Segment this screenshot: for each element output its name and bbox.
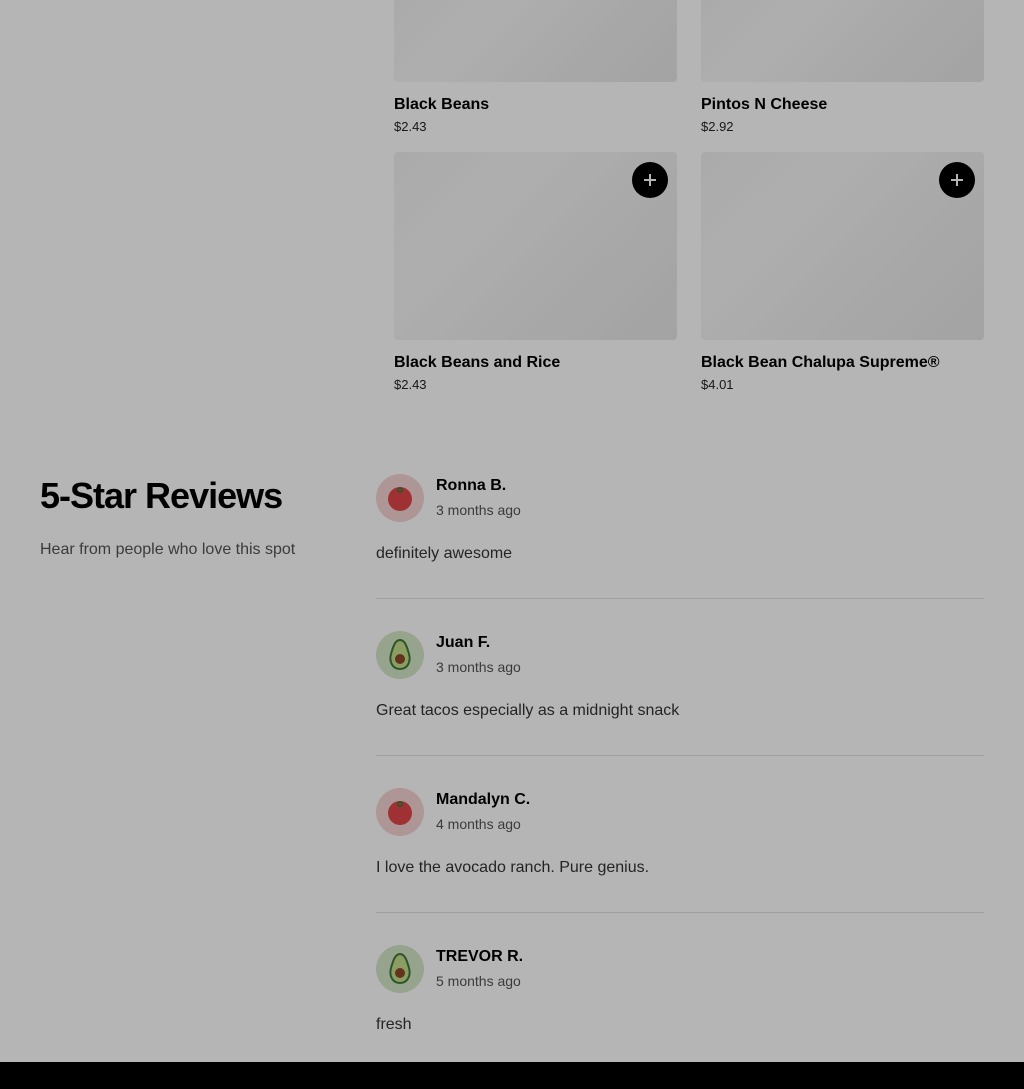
plus-icon [951, 174, 963, 186]
divider [376, 755, 984, 756]
review-text: Great tacos especially as a midnight sna… [376, 702, 680, 719]
menu-item-card[interactable]: Black Bean Chalupa Supreme® $4.01 [701, 152, 984, 394]
tomato-icon [388, 801, 412, 825]
menu-item-name: Black Beans and Rice [394, 354, 561, 371]
menu-item-name: Pintos N Cheese [701, 96, 828, 113]
avatar [376, 788, 424, 836]
review-author: TREVOR R. [436, 948, 524, 965]
menu-item-card[interactable]: Black Beans $2.43 [394, 0, 677, 136]
menu-item-price: $2.92 [701, 119, 734, 134]
avocado-icon [389, 952, 411, 985]
avatar [376, 945, 424, 993]
avatar [376, 631, 424, 679]
review-time: 4 months ago [436, 816, 521, 832]
footer-bar [0, 1062, 1024, 1089]
menu-item-card[interactable]: Pintos N Cheese $2.92 [701, 0, 984, 136]
reviews-subtitle: Hear from people who love this spot [40, 541, 296, 558]
store-page: Black Beans $2.43 Pintos N Cheese $2.92 … [0, 0, 1024, 1062]
review-text: definitely awesome [376, 545, 513, 562]
review-text: fresh [376, 1016, 412, 1033]
tomato-icon [388, 487, 412, 511]
review-author: Juan F. [436, 634, 491, 651]
review-author: Mandalyn C. [436, 791, 531, 808]
menu-item-name: Black Bean Chalupa Supreme® [701, 354, 940, 371]
menu-item-card[interactable]: Black Beans and Rice $2.43 [394, 152, 677, 394]
review-author: Ronna B. [436, 477, 507, 494]
add-to-cart-button[interactable] [632, 162, 668, 198]
avatar [376, 474, 424, 522]
divider [376, 598, 984, 599]
menu-item-name: Black Beans [394, 96, 490, 113]
review-time: 3 months ago [436, 659, 521, 675]
reviews-header: 5-Star Reviews Hear from people who love… [40, 474, 295, 560]
review-time: 3 months ago [436, 502, 521, 518]
reviews-title: 5-Star Reviews [40, 475, 283, 516]
avocado-icon [389, 638, 411, 671]
menu-item-price: $2.43 [394, 377, 427, 392]
review-text: I love the avocado ranch. Pure genius. [376, 859, 650, 876]
menu-item-image [701, 0, 984, 82]
menu-item-price: $4.01 [701, 377, 734, 392]
review-time: 5 months ago [436, 973, 521, 989]
plus-icon [644, 174, 656, 186]
menu-item-image [394, 152, 677, 340]
menu-item-price: $2.43 [394, 119, 427, 134]
menu-item-image [394, 0, 677, 82]
menu-item-image [701, 152, 984, 340]
divider [376, 912, 984, 913]
add-to-cart-button[interactable] [939, 162, 975, 198]
